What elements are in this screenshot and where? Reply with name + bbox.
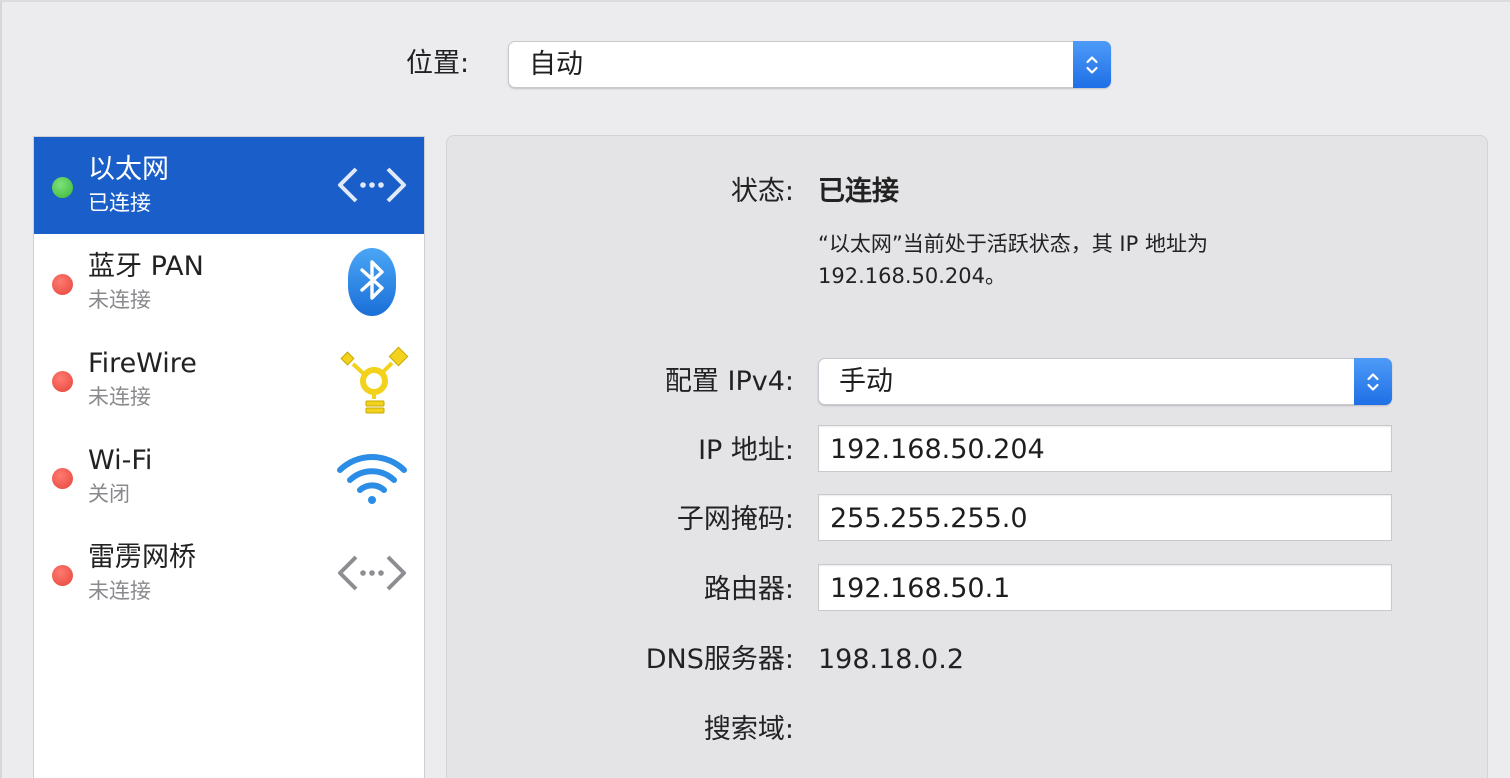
status-description-line2: 192.168.50.204。 bbox=[818, 264, 1006, 288]
config-ipv4-value: 手动 bbox=[839, 366, 893, 397]
status-dot-disconnected bbox=[52, 274, 73, 295]
service-item-wifi[interactable]: Wi-Fi 关闭 bbox=[34, 428, 424, 525]
service-list: 以太网 已连接 蓝牙 PAN 未连接 FireWire 未连接 Wi-Fi 关闭… bbox=[33, 136, 425, 778]
service-name: 以太网 bbox=[88, 154, 169, 185]
search-domains-label: 搜索域: bbox=[703, 714, 794, 745]
dns-server-label: DNS服务器: bbox=[645, 644, 794, 675]
status-label: 状态: bbox=[730, 176, 794, 207]
dns-server-value: 198.18.0.2 bbox=[818, 644, 964, 675]
status-description-line1: “以太网”当前处于活跃状态，其 IP 地址为 bbox=[818, 232, 1208, 256]
bluetooth-icon bbox=[348, 248, 396, 316]
subnet-mask-label: 子网掩码: bbox=[676, 504, 794, 535]
ip-address-value: 192.168.50.204 bbox=[830, 434, 1045, 465]
config-ipv4-popup[interactable]: 手动 bbox=[818, 358, 1392, 405]
ip-address-label: IP 地址: bbox=[698, 435, 794, 466]
ip-address-field[interactable]: 192.168.50.204 bbox=[818, 425, 1392, 472]
status-dot-connected bbox=[52, 177, 73, 198]
status-dot-disconnected bbox=[52, 565, 73, 586]
subnet-mask-value: 255.255.255.0 bbox=[830, 503, 1028, 534]
status-dot-disconnected bbox=[52, 468, 73, 489]
service-item-thunderbolt-bridge[interactable]: 雷雳网桥 未连接 bbox=[34, 525, 424, 622]
service-item-bluetooth-pan[interactable]: 蓝牙 PAN 未连接 bbox=[34, 234, 424, 331]
location-value: 自动 bbox=[529, 49, 583, 80]
location-popup[interactable]: 自动 bbox=[508, 41, 1111, 88]
location-label: 位置: bbox=[406, 48, 470, 79]
service-item-firewire[interactable]: FireWire 未连接 bbox=[34, 331, 424, 428]
router-label: 路由器: bbox=[703, 574, 794, 605]
subnet-mask-field[interactable]: 255.255.255.0 bbox=[818, 494, 1392, 541]
service-status: 已连接 bbox=[88, 191, 151, 215]
service-name: 蓝牙 PAN bbox=[88, 251, 204, 282]
service-status: 未连接 bbox=[88, 385, 151, 409]
status-value: 已连接 bbox=[818, 176, 899, 207]
service-name: FireWire bbox=[88, 348, 197, 379]
service-status: 未连接 bbox=[88, 579, 151, 603]
config-ipv4-label: 配置 IPv4: bbox=[664, 366, 794, 397]
network-preferences-window: 位置: 自动 以太网 已连接 蓝牙 PAN 未连接 FireWire 未连接 W… bbox=[0, 0, 1510, 778]
router-value: 192.168.50.1 bbox=[830, 573, 1011, 604]
service-status: 关闭 bbox=[88, 482, 130, 506]
service-name: Wi-Fi bbox=[88, 445, 153, 476]
status-description: “以太网”当前处于活跃状态，其 IP 地址为 192.168.50.204。 bbox=[818, 228, 1438, 292]
status-dot-disconnected bbox=[52, 371, 73, 392]
popup-stepper-icon bbox=[1073, 41, 1111, 88]
service-item-ethernet[interactable]: 以太网 已连接 bbox=[34, 137, 424, 234]
popup-stepper-icon bbox=[1354, 358, 1392, 405]
service-status: 未连接 bbox=[88, 288, 151, 312]
service-name: 雷雳网桥 bbox=[88, 542, 196, 573]
router-field[interactable]: 192.168.50.1 bbox=[818, 564, 1392, 611]
